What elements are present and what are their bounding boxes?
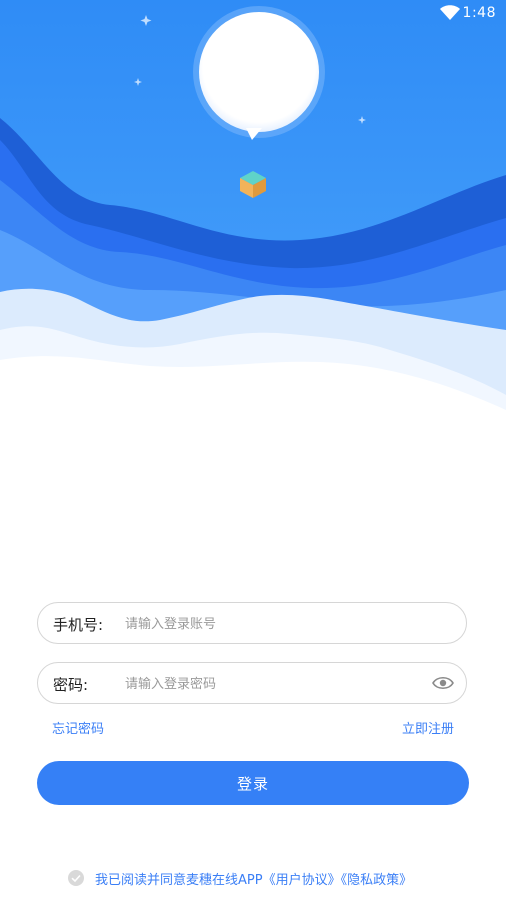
check-icon [71, 874, 81, 883]
status-time: 1:48 [462, 5, 496, 21]
agreement-checkbox[interactable] [68, 870, 84, 886]
password-field: 密码: [37, 662, 467, 705]
privacy-policy-link[interactable]: 《隐私政策》 [341, 873, 413, 888]
login-button[interactable]: 登录 [37, 761, 469, 805]
forgot-password-link[interactable]: 忘记密码 [52, 718, 104, 737]
agreement-text: 我已阅读并同意麦穗在线APP《用户协议》《隐私政策》 [95, 869, 412, 888]
password-input[interactable] [123, 663, 427, 705]
status-bar: 1:48 [0, 0, 506, 28]
password-label: 密码: [53, 676, 89, 694]
register-link[interactable]: 立即注册 [402, 718, 454, 737]
phone-label: 手机号: [53, 616, 104, 634]
wifi-icon [440, 5, 460, 20]
user-agreement-link[interactable]: 《用户协议》 [263, 873, 341, 888]
phone-input[interactable] [123, 603, 427, 645]
eye-icon[interactable] [432, 673, 454, 693]
phone-field: 手机号: [37, 602, 467, 645]
agreement-label: 我已阅读并同意麦穗在线APP [95, 873, 263, 888]
hero-illustration [0, 0, 506, 420]
